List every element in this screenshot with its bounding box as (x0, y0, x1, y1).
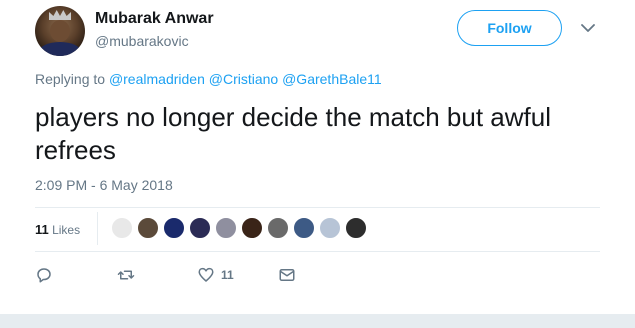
divider (35, 251, 600, 252)
robe-shape (39, 42, 81, 56)
replying-prefix: Replying to (35, 71, 106, 87)
heart-icon (198, 267, 214, 282)
likes-count: 11 (35, 222, 49, 237)
reply-button[interactable] (35, 262, 53, 288)
replying-to: Replying to @realmadriden @Cristiano @Ga… (35, 71, 382, 87)
liker-avatars (111, 217, 371, 241)
envelope-icon (279, 269, 295, 281)
mention-link[interactable]: @GarethBale11 (282, 71, 382, 87)
mention-link[interactable]: @realmadriden (109, 71, 205, 87)
avatar[interactable] (35, 6, 85, 56)
like-button[interactable]: 11 (197, 262, 234, 288)
follow-button[interactable]: Follow (457, 10, 562, 46)
user-avatar[interactable] (137, 217, 159, 239)
chevron-down-icon[interactable] (578, 19, 598, 37)
likes-stat[interactable]: 11 Likes (35, 222, 80, 237)
user-avatar[interactable] (267, 217, 289, 239)
user-avatar[interactable] (241, 217, 263, 239)
face-shape (50, 20, 70, 42)
retweet-icon (117, 270, 135, 280)
divider (35, 207, 600, 208)
user-name[interactable]: Mubarak Anwar (95, 10, 214, 28)
crown-shape (49, 10, 71, 20)
user-avatar[interactable] (345, 217, 367, 239)
direct-message-button[interactable] (278, 262, 296, 288)
user-handle[interactable]: @mubarakovic (95, 33, 189, 49)
real-madrid-crest[interactable] (111, 217, 133, 239)
user-avatar[interactable] (163, 217, 185, 239)
retweet-button[interactable] (116, 262, 136, 288)
stat-divider (97, 212, 98, 245)
like-count: 11 (221, 268, 234, 282)
user-avatar[interactable] (189, 217, 211, 239)
reply-icon (37, 268, 51, 283)
timestamp[interactable]: 2:09 PM - 6 May 2018 (35, 177, 173, 193)
mention-link[interactable]: @Cristiano (209, 71, 278, 87)
likes-label: Likes (52, 223, 81, 237)
tweet-text: players no longer decide the match but a… (35, 102, 551, 165)
bottom-bar (0, 314, 635, 328)
user-avatar[interactable] (293, 217, 315, 239)
user-avatar[interactable] (215, 217, 237, 239)
user-avatar[interactable] (319, 217, 341, 239)
